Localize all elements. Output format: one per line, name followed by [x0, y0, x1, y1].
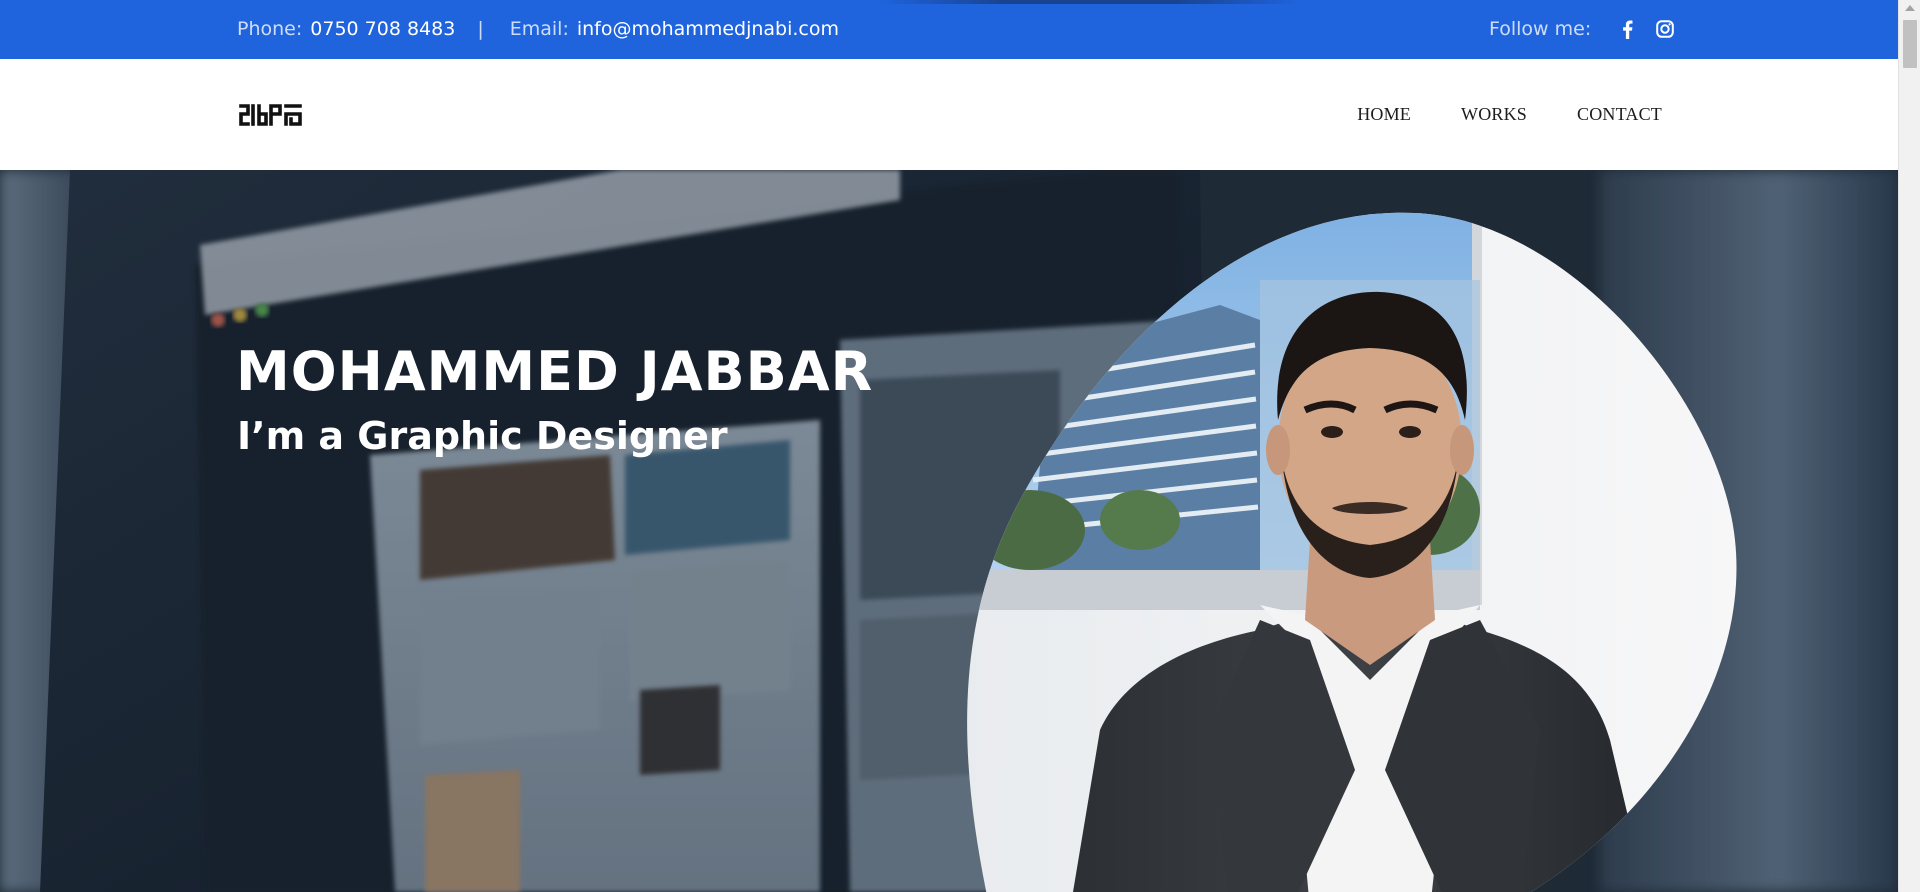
hero-subtitle: I’m a Graphic Designer: [237, 414, 728, 458]
instagram-icon[interactable]: [1655, 18, 1675, 40]
nav-works[interactable]: WORKS: [1461, 104, 1527, 125]
follow-label: Follow me:: [1489, 18, 1592, 40]
social-links: Follow me:: [1489, 18, 1675, 40]
contact-separator: |: [477, 18, 484, 40]
nav-home[interactable]: HOME: [1357, 104, 1411, 125]
primary-nav: HOME WORKS CONTACT: [1307, 104, 1662, 125]
nav-contact[interactable]: CONTACT: [1577, 104, 1662, 125]
topbar-shadow: [880, 0, 1300, 4]
facebook-icon[interactable]: [1617, 18, 1637, 40]
site-logo[interactable]: [239, 103, 303, 127]
top-info-bar: Phone: 0750 708 8483 | Email: info@moham…: [0, 0, 1898, 59]
hero-title: MOHAMMED JABBAR: [236, 340, 874, 403]
main-navbar: HOME WORKS CONTACT: [0, 59, 1898, 170]
phone-label: Phone:: [237, 18, 303, 40]
contact-info: Phone: 0750 708 8483 | Email: info@moham…: [237, 18, 839, 40]
email-link[interactable]: info@mohammedjnabi.com: [577, 18, 839, 40]
email-label: Email:: [509, 18, 569, 40]
profile-photo: [960, 210, 1740, 892]
page-scrollbar[interactable]: [1898, 0, 1920, 892]
scrollbar-thumb[interactable]: [1903, 20, 1917, 68]
hero-section: MOHAMMED JABBAR I’m a Graphic Designer: [0, 170, 1898, 892]
scroll-up-arrow-icon[interactable]: [1905, 5, 1915, 11]
phone-link[interactable]: 0750 708 8483: [310, 18, 455, 40]
